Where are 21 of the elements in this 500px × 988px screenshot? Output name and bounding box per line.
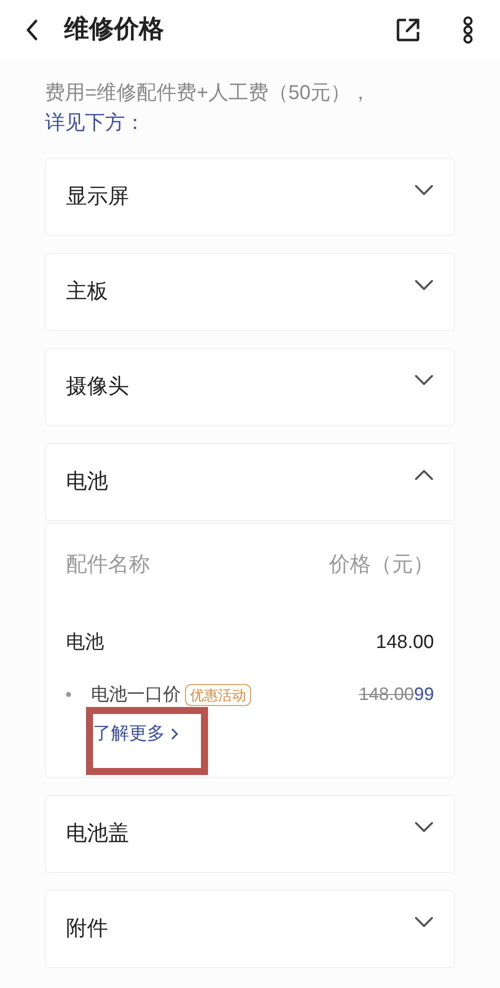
original-price: 148.00: [358, 683, 414, 706]
column-header: 配件名称: [66, 552, 150, 578]
column-header: 价格（元）: [329, 552, 434, 578]
chevron-right-icon: [171, 728, 178, 740]
learn-more-link[interactable]: 了解更多: [93, 720, 178, 747]
more-icon: [462, 16, 474, 44]
offer-price: 99: [414, 683, 434, 706]
page-title: 维修价格: [64, 14, 164, 46]
section-header[interactable]: 摄像头: [45, 348, 455, 426]
section-header[interactable]: 电池盖: [45, 795, 455, 873]
intro-text: 费用=维修配件费+人工费（50元）， 详见下方：: [45, 81, 372, 136]
section-header[interactable]: 电池: [45, 443, 455, 521]
section-header[interactable]: 附件: [45, 890, 455, 968]
bullet-icon: [66, 692, 71, 697]
section-header[interactable]: 显示屏: [45, 158, 455, 236]
section-header[interactable]: 主板: [45, 253, 455, 331]
part-price: 148.00: [376, 630, 434, 654]
see-below-link[interactable]: 详见下方：: [45, 112, 145, 134]
offer-name: 电池一口价: [91, 683, 181, 706]
part-name: 电池: [66, 630, 104, 654]
promo-tag: 优惠活动: [185, 684, 251, 706]
